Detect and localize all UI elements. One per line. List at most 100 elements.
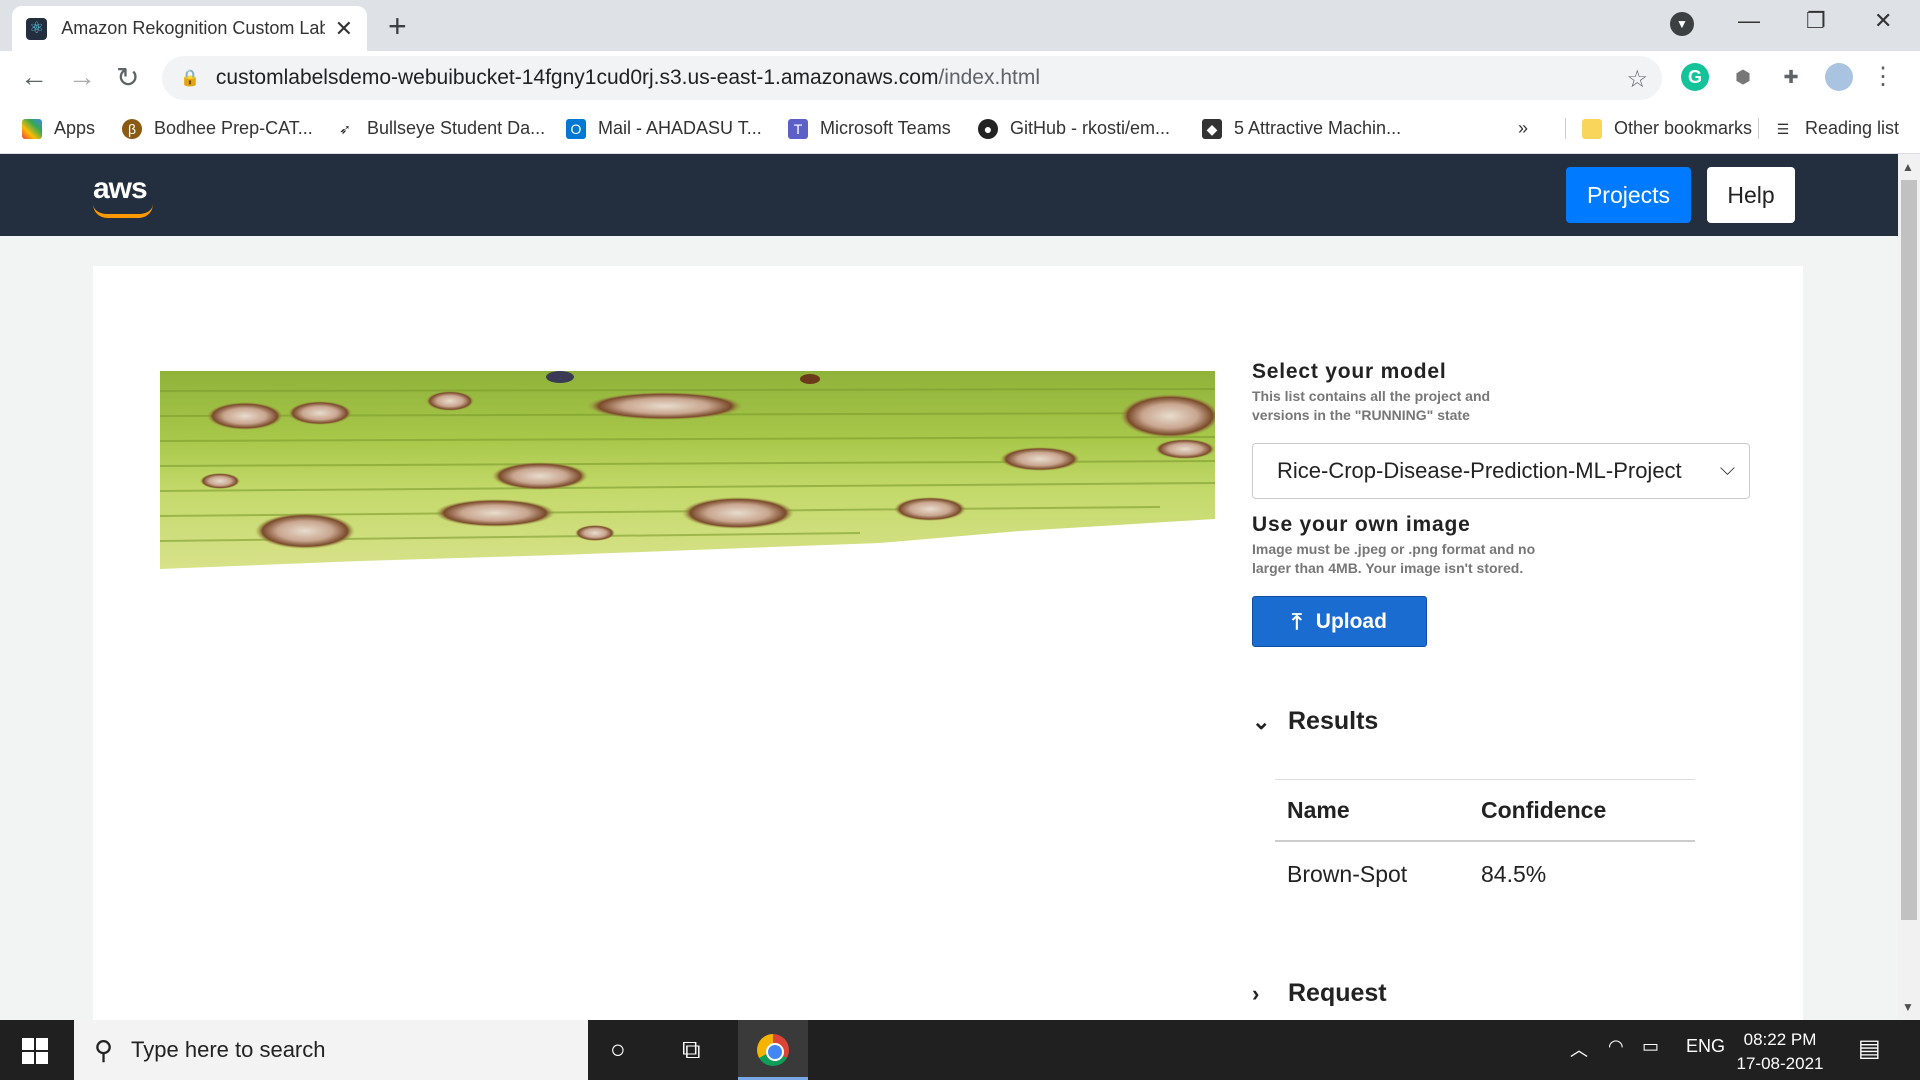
bookmark-label: Bodhee Prep-CAT... [154, 118, 313, 138]
battery-icon[interactable]: ▭ [1642, 1036, 1659, 1057]
chevron-right-icon: › [1252, 980, 1260, 1006]
bookmarks-overflow-button[interactable]: » [1518, 118, 1528, 139]
uploaded-leaf-image [160, 371, 1215, 569]
bookmark-label: GitHub - rkosti/em... [1010, 118, 1171, 138]
language-indicator[interactable]: ENG [1686, 1036, 1725, 1057]
chevron-down-icon: ⌄ [1252, 708, 1271, 734]
notifications-icon[interactable]: ▤ [1858, 1034, 1881, 1063]
other-bookmarks-label: Other bookmarks [1614, 118, 1753, 138]
reading-list-label: Reading list [1805, 118, 1900, 138]
bookmark-label: Microsoft Teams [820, 118, 951, 138]
extension-cube-icon[interactable]: ⬢ [1729, 63, 1757, 91]
taskbar-search-box[interactable]: ⚲ Type here to search [74, 1020, 588, 1080]
bookmark-ml[interactable]: ◆ 5 Attractive Machin... [1202, 118, 1401, 139]
bookmark-bullseye[interactable]: ➶ Bullseye Student Da... [335, 118, 545, 139]
bodhee-icon: β [122, 118, 142, 139]
aws-navbar: aws Projects Help [0, 154, 1898, 236]
scroll-down-icon[interactable]: ▼ [1902, 1000, 1914, 1014]
task-view-icon[interactable]: ⧉ [682, 1034, 701, 1066]
address-bar[interactable]: 🔒 customlabelsdemo-webuibucket-14fgny1cu… [162, 56, 1662, 100]
upload-hint: Image must be .jpeg or .png format and n… [1252, 541, 1536, 576]
bookmark-mail[interactable]: O Mail - AHADASU T... [566, 118, 762, 139]
bookmark-github[interactable]: ● GitHub - rkosti/em... [978, 118, 1170, 139]
upload-icon: ⤒ [1292, 608, 1302, 634]
tray-overflow-icon[interactable]: ︿ [1570, 1036, 1588, 1062]
taskbar-clock[interactable]: 08:22 PM 17-08-2021 [1730, 1028, 1830, 1076]
other-bookmarks[interactable]: Other bookmarks [1565, 118, 1752, 139]
result-name: Brown-Spot [1287, 860, 1408, 887]
browser-tab[interactable]: ⚛ Amazon Rekognition Custom Labels ✕ [12, 6, 367, 51]
scrollbar-thumb[interactable] [1901, 180, 1917, 920]
bookmark-star-icon[interactable]: ☆ [1626, 65, 1648, 94]
results-title: Results [1288, 707, 1379, 735]
bookmark-bodhee[interactable]: β Bodhee Prep-CAT... [122, 118, 313, 139]
reload-icon[interactable]: ↻ [116, 61, 139, 94]
model-select[interactable]: Rice-Crop-Disease-Prediction-ML-Project … [1252, 443, 1750, 499]
tab-title: Amazon Rekognition Custom Labels [61, 18, 325, 38]
clock-date: 17-08-2021 [1736, 1054, 1824, 1073]
github-icon: ● [978, 118, 998, 139]
profile-avatar[interactable] [1825, 63, 1853, 91]
clock-time: 08:22 PM [1743, 1030, 1817, 1049]
select-model-hint: This list contains all the project and v… [1252, 388, 1491, 423]
request-expander[interactable]: › Request [1252, 979, 1387, 1008]
bullseye-icon: ➶ [339, 120, 351, 137]
forward-arrow-icon[interactable]: → [68, 61, 96, 93]
upload-title: Use your own image [1252, 513, 1471, 536]
menu-kebab-icon[interactable]: ⋮ [1869, 63, 1897, 91]
model-select-value: Rice-Crop-Disease-Prediction-ML-Project [1277, 458, 1682, 483]
url-host: customlabelsdemo-webuibucket-14fgny1cud0… [215, 66, 939, 89]
ml-icon: ◆ [1202, 118, 1222, 139]
grammarly-icon[interactable]: G [1681, 63, 1709, 91]
bookmark-teams[interactable]: T Microsoft Teams [788, 118, 951, 139]
result-confidence: 84.5% [1481, 860, 1547, 887]
outlook-icon: O [566, 118, 586, 139]
results-table: Name Confidence Brown-Spot 84.5% [1275, 779, 1695, 906]
back-arrow-icon[interactable]: ← [20, 61, 48, 93]
table-row: Brown-Spot 84.5% [1275, 842, 1695, 906]
tab-search-icon[interactable]: ▼ [1670, 12, 1694, 36]
column-header-confidence: Confidence [1481, 796, 1607, 823]
results-table-header: Name Confidence [1275, 779, 1695, 842]
bookmark-apps[interactable]: Apps [22, 118, 95, 139]
browser-toolbar: ← → ↻ 🔒 customlabelsdemo-webuibucket-14f… [0, 51, 1920, 106]
apps-grid-icon [22, 118, 42, 139]
help-button[interactable]: Help [1707, 167, 1795, 223]
minimize-icon[interactable]: — [1738, 8, 1760, 34]
folder-icon [1582, 118, 1602, 139]
extensions-puzzle-icon[interactable]: ✚ [1777, 63, 1805, 91]
aws-logo[interactable]: aws [93, 172, 148, 206]
cortana-icon[interactable]: ○ [610, 1034, 626, 1065]
scroll-up-icon[interactable]: ▲ [1902, 160, 1914, 174]
upload-button-label: Upload [1315, 609, 1387, 633]
react-favicon-icon: ⚛ [26, 17, 48, 40]
bookmark-label: Bullseye Student Da... [367, 118, 546, 138]
restore-icon[interactable]: ❐ [1806, 8, 1826, 34]
page-scrollbar[interactable]: ▲ ▼ [1898, 154, 1920, 1020]
window-close-icon[interactable]: ✕ [1874, 8, 1892, 34]
windows-taskbar: ⚲ Type here to search ○ ⧉ ︿ ◠ ▭ ENG 08:2… [0, 1020, 1920, 1080]
bookmark-label: Mail - AHADASU T... [598, 118, 762, 138]
request-title: Request [1288, 979, 1387, 1007]
upload-button[interactable]: ⤒ Upload [1252, 596, 1427, 647]
reading-list[interactable]: ☰ Reading list [1758, 118, 1899, 139]
chevron-down-icon: ⌵ [1719, 458, 1735, 480]
lock-icon: 🔒 [180, 70, 200, 87]
new-tab-button[interactable]: + [388, 8, 407, 45]
bookmarks-bar: Apps β Bodhee Prep-CAT... ➶ Bullseye Stu… [0, 106, 1920, 154]
projects-button[interactable]: Projects [1566, 167, 1691, 223]
results-expander[interactable]: ⌄ Results [1252, 707, 1378, 736]
bookmark-label: Apps [54, 118, 96, 138]
wifi-icon[interactable]: ◠ [1608, 1036, 1624, 1057]
column-header-name: Name [1287, 796, 1350, 823]
tab-close-icon[interactable]: ✕ [335, 16, 353, 42]
url-path: /index.html [938, 66, 1040, 89]
taskbar-search-placeholder: Type here to search [131, 1037, 326, 1062]
teams-icon: T [788, 118, 808, 139]
search-icon: ⚲ [94, 1034, 114, 1065]
taskbar-chrome-button[interactable] [738, 1020, 808, 1080]
chrome-icon [757, 1034, 789, 1066]
bookmark-label: 5 Attractive Machin... [1234, 118, 1402, 138]
reading-list-icon: ☰ [1776, 120, 1790, 137]
windows-start-icon[interactable] [22, 1038, 48, 1064]
